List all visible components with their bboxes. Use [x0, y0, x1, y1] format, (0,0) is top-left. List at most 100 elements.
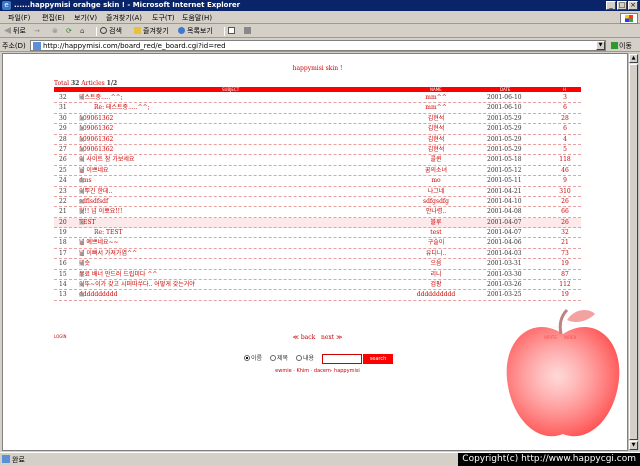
home-button[interactable]: ⌂	[80, 26, 84, 37]
scroll-up-button[interactable]: ▲	[629, 54, 638, 63]
row-subject[interactable]: ▣ dddddddddd	[79, 290, 117, 300]
row-subject[interactable]: ▣ 넘 이뻐서 가져가염^^	[79, 249, 137, 259]
row-author[interactable]: 으음	[407, 259, 465, 269]
table-row[interactable]: 20 ▣ TEST 블루 2001-04-07 26	[54, 217, 581, 229]
menu-view[interactable]: 보기(V)	[74, 13, 97, 23]
table-row[interactable]: 16 ▣ 테슷 으음 2001-03-31 19	[54, 259, 581, 270]
post-icon: ▣	[79, 177, 85, 185]
row-subject[interactable]: ▣ 핫!! 넘 이뽀요!!!	[79, 207, 122, 217]
print-button[interactable]	[244, 26, 253, 37]
refresh-button[interactable]: ⟳	[66, 26, 72, 37]
row-author[interactable]: 리니	[407, 270, 465, 280]
row-subject[interactable]: ▣ 넘 예쁘네요~~	[79, 238, 119, 248]
row-subject[interactable]: ▣ 무료 배너 만드러 드립미다 ^^	[79, 270, 157, 280]
scroll-down-button[interactable]: ▼	[629, 441, 638, 450]
row-subject[interactable]: ▣ 테스트중.....^^;	[79, 93, 123, 103]
row-subject[interactable]: ▣ 109061362	[79, 135, 113, 145]
table-row[interactable]: 26 ▣ 이 사이트 참 가보세요 콜퀸 2001-05-18 118	[54, 155, 581, 166]
row-author[interactable]: 김현석	[407, 135, 465, 145]
row-author[interactable]: 김현석	[407, 114, 465, 124]
minimize-button[interactable]: _	[606, 1, 616, 10]
row-author[interactable]: 유디니..	[407, 249, 465, 259]
row-author[interactable]: 꿈의소녀	[407, 166, 465, 176]
menu-file[interactable]: 파일(F)	[8, 13, 30, 23]
row-author[interactable]: mo	[407, 176, 465, 186]
table-row[interactable]: 19 ⤷ Re: TEST test 2001-04-07 32	[54, 228, 581, 239]
row-author[interactable]: test	[407, 228, 465, 238]
board-title: happymisi skin !	[292, 65, 343, 72]
search-button[interactable]: 검색	[100, 26, 122, 37]
forward-button[interactable]: →	[34, 26, 40, 37]
row-author[interactable]: mm^^	[407, 103, 465, 113]
row-author[interactable]: 검팡	[407, 280, 465, 290]
row-author[interactable]: mm^^	[407, 93, 465, 103]
mail-button[interactable]	[228, 26, 237, 37]
vertical-scrollbar[interactable]: ▲ ▼	[628, 53, 639, 451]
next-link[interactable]: next	[321, 334, 334, 341]
row-subject[interactable]: ▣ 이뿌긴 한데..	[79, 187, 112, 197]
table-row[interactable]: 15 ▣ 무료 배너 만드러 드립미다 ^^ 리니 2001-03-30 87	[54, 270, 581, 281]
search-option-name[interactable]: 이름	[244, 354, 262, 364]
favorites-button[interactable]: 즐겨찾기	[134, 26, 169, 37]
row-author[interactable]: 콜퀸	[407, 155, 465, 165]
menu-help[interactable]: 도움말(H)	[182, 13, 212, 23]
row-author[interactable]: 김현석	[407, 124, 465, 134]
row-subject[interactable]: ▣ 이 사이트 참 가보세요	[79, 155, 134, 165]
post-icon: ▣	[79, 187, 85, 195]
post-icon: ▣	[79, 270, 85, 278]
row-subject[interactable]: ▣ 109061362	[79, 145, 113, 155]
table-row[interactable]: 17 ▣ 넘 이뻐서 가져가염^^ 유디니.. 2001-04-03 73	[54, 249, 581, 260]
row-author[interactable]: 구슬이	[407, 238, 465, 248]
table-row[interactable]: 27 ▣ 109061362 김현석 2001-05-29 5	[54, 145, 581, 156]
back-button[interactable]: 뒤로	[4, 26, 26, 37]
table-row[interactable]: 18 ▣ 넘 예쁘네요~~ 구슬이 2001-04-06 21	[54, 238, 581, 249]
row-subject[interactable]: ⤷ Re: TEST	[94, 228, 123, 238]
row-subject[interactable]: ▣ sdflsdfsdf	[79, 197, 108, 207]
row-author[interactable]: dddddddddd	[407, 290, 465, 300]
close-button[interactable]: ×	[628, 1, 638, 10]
stop-button[interactable]: ⊗	[52, 26, 58, 37]
table-row[interactable]: 31 ⤷ Re: 테스트중.....^^; mm^^ 2001-06-10 6	[54, 103, 581, 114]
address-input[interactable]: http://happymisi.com/board_red/e_board.c…	[30, 40, 606, 51]
table-row[interactable]: 30 ▣ 109061362 김현석 2001-05-29 28	[54, 114, 581, 125]
row-subject[interactable]: ▣ 넘 이쁘네요	[79, 166, 109, 176]
table-row[interactable]: 22 ▣ sdflsdfsdf sdfgsdfg 2001-04-10 26	[54, 197, 581, 208]
row-author[interactable]: 나그네	[407, 187, 465, 197]
row-author[interactable]: 안나령..	[407, 207, 465, 217]
row-author[interactable]: 김현석	[407, 145, 465, 155]
menu-tools[interactable]: 도구(T)	[152, 13, 175, 23]
address-dropdown-button[interactable]: ▼	[596, 41, 605, 50]
maximize-button[interactable]: □	[617, 1, 627, 10]
menu-favorites[interactable]: 즐겨찾기(A)	[106, 13, 142, 23]
row-subject[interactable]: ▣ TEST	[79, 218, 96, 228]
table-row[interactable]: 24 ▣ dms mo 2001-05-11 9	[54, 176, 581, 187]
row-author[interactable]: 블루	[407, 218, 465, 228]
search-option-content[interactable]: 내용	[296, 354, 314, 364]
apple-decoration-icon	[506, 308, 620, 437]
row-subject[interactable]: ▣ 109061362	[79, 114, 113, 124]
search-submit-button[interactable]: search	[363, 354, 393, 364]
go-button[interactable]: 이동	[611, 41, 632, 51]
menu-edit[interactable]: 편집(E)	[42, 13, 65, 23]
table-row[interactable]: 23 ▣ 이뿌긴 한데.. 나그네 2001-04-21 310	[54, 187, 581, 197]
table-row[interactable]: 28 ▣ 109061362 김현석 2001-05-29 4	[54, 135, 581, 145]
row-subject[interactable]: ⤷ Re: 테스트중.....^^;	[94, 103, 150, 113]
row-subject[interactable]: ▣ 109061362	[79, 124, 113, 134]
table-row[interactable]: 13 ▣ dddddddddd dddddddddd 2001-03-25 19	[54, 290, 581, 301]
row-subject[interactable]: ▣ 테슷	[79, 259, 90, 269]
table-row[interactable]: 21 ▣ 핫!! 넘 이뽀요!!! 안나령.. 2001-04-08 66	[54, 207, 581, 218]
search-input[interactable]	[322, 354, 362, 364]
row-subject[interactable]: ▣ dms	[79, 176, 92, 186]
row-author[interactable]: sdfgsdfg	[407, 197, 465, 207]
row-subject[interactable]: ▣ 이뚜~이가 갖고 시퍼따쑤다.. 어떻게 갖는거야	[79, 280, 195, 290]
row-date: 2001-04-08	[487, 208, 522, 216]
scroll-thumb[interactable]	[629, 64, 638, 440]
table-row[interactable]: 29 ▣ 109061362 김현석 2001-05-29 6	[54, 124, 581, 135]
table-row[interactable]: 14 ▣ 이뚜~이가 갖고 시퍼따쑤다.. 어떻게 갖는거야 검팡 2001-03-26…	[54, 280, 581, 291]
history-button[interactable]: 목록보기	[178, 26, 213, 37]
table-row[interactable]: 32 ▣ 테스트중.....^^; mm^^ 2001-06-10 3	[54, 93, 581, 104]
back-arrow-icon: ≪	[292, 334, 299, 341]
table-row[interactable]: 25 ▣ 넘 이쁘네요 꿈의소녀 2001-05-12 46	[54, 166, 581, 177]
search-option-subject[interactable]: 제목	[270, 354, 288, 364]
back-link[interactable]: back	[301, 334, 315, 341]
